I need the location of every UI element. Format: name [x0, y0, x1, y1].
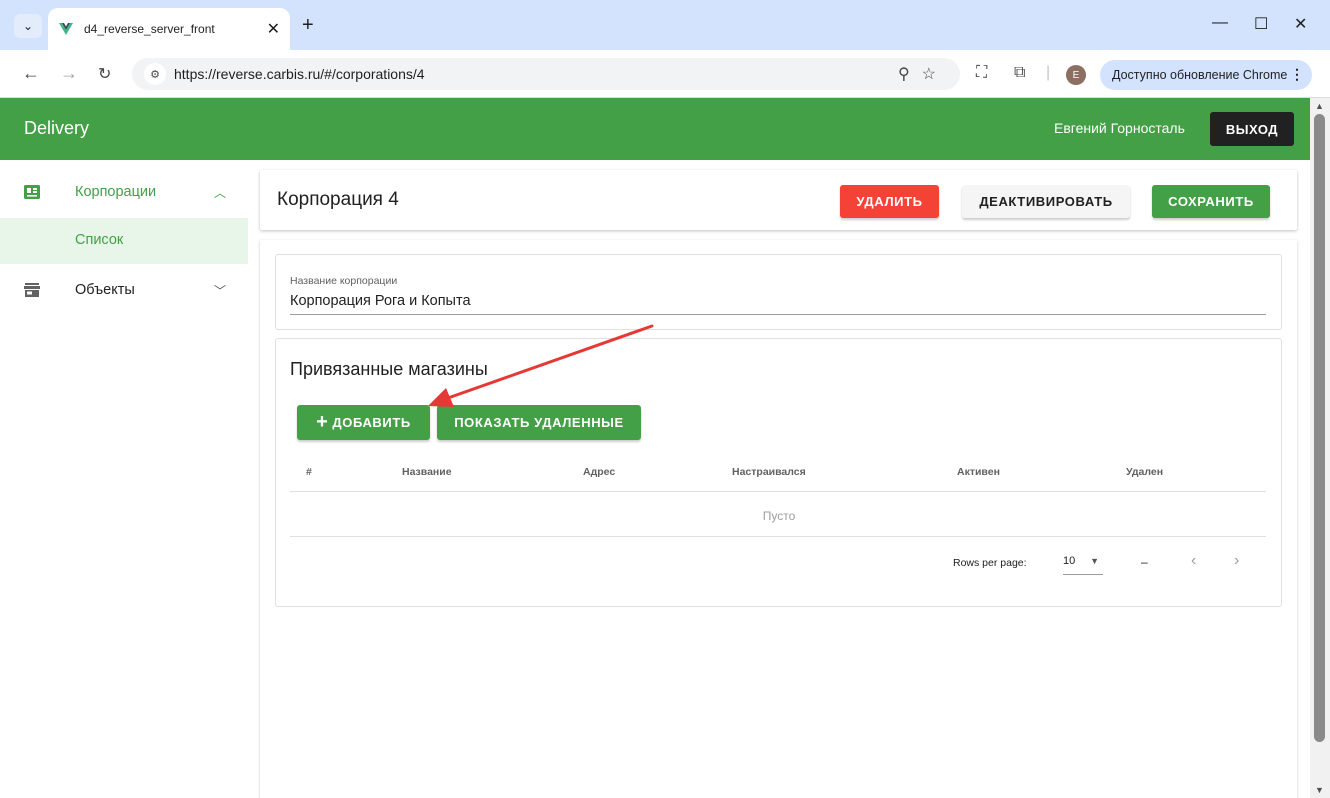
- show-deleted-button[interactable]: ПОКАЗАТЬ УДАЛЕННЫЕ: [437, 405, 641, 440]
- column-header-name[interactable]: Название: [402, 466, 452, 478]
- back-icon[interactable]: ←: [22, 63, 40, 84]
- linked-shops-card: Привязанные магазины + ДОБАВИТЬ ПОКАЗАТЬ…: [275, 338, 1282, 607]
- reload-icon[interactable]: ↻: [98, 64, 111, 84]
- previous-page-icon[interactable]: ‹: [1191, 552, 1196, 570]
- corporation-name-label: Название корпорации: [290, 275, 398, 287]
- tab-title: d4_reverse_server_front: [84, 22, 215, 36]
- logout-button[interactable]: ВЫХОД: [1210, 112, 1294, 146]
- tab-search-chevron-icon[interactable]: ⌄: [14, 14, 42, 38]
- page-title: Корпорация 4: [277, 189, 399, 210]
- close-window-icon[interactable]: ✕: [1294, 14, 1307, 34]
- zoom-bookmark-icons[interactable]: ⚲☆: [898, 64, 948, 84]
- update-label: Доступно обновление Chrome: [1112, 68, 1288, 82]
- page-scrollbar[interactable]: ▲ ▼: [1310, 98, 1330, 798]
- forward-icon[interactable]: →: [60, 63, 78, 84]
- column-header-deleted[interactable]: Удален: [1126, 466, 1163, 478]
- address-bar[interactable]: ⚙ https://reverse.carbis.ru/#/corporatio…: [132, 58, 960, 90]
- site-settings-icon[interactable]: ⚙: [144, 63, 166, 85]
- sidebar-item-objects[interactable]: Объекты ﹀: [0, 264, 248, 316]
- plus-icon: +: [316, 411, 329, 433]
- browser-tabstrip: ⌄ d4_reverse_server_front ✕ + — ☐ ✕: [0, 0, 1330, 50]
- table-empty-text: Пусто: [762, 509, 796, 523]
- linked-shops-title: Привязанные магазины: [290, 359, 488, 379]
- pagination-info: –: [1141, 555, 1148, 569]
- page-header-card: Корпорация 4 УДАЛИТЬ ДЕАКТИВИРОВАТЬ СОХР…: [260, 170, 1297, 230]
- screenshot-icon[interactable]: ⛶: [976, 64, 987, 82]
- sidebar-label-objects: Объекты: [75, 282, 135, 298]
- rows-per-page-select[interactable]: 10 ▼: [1063, 555, 1103, 575]
- column-header-configured[interactable]: Настраивался: [732, 466, 806, 478]
- input-underline: [290, 314, 1266, 315]
- corporation-name-input[interactable]: Корпорация Рога и Копыта: [290, 293, 471, 309]
- rows-per-page-label: Rows per page:: [953, 557, 1027, 569]
- store-icon: [24, 283, 40, 297]
- tab-close-icon[interactable]: ✕: [267, 19, 280, 39]
- browser-toolbar: ← → ↻ ⚙ https://reverse.carbis.ru/#/corp…: [0, 50, 1330, 98]
- chevron-down-icon[interactable]: ﹀: [214, 282, 226, 299]
- sidebar-item-list[interactable]: Список: [0, 218, 248, 264]
- column-header-address[interactable]: Адрес: [583, 466, 615, 478]
- new-tab-icon[interactable]: +: [302, 14, 314, 37]
- rows-per-page-value: 10: [1063, 555, 1076, 567]
- scroll-up-icon[interactable]: ▲: [1315, 101, 1324, 111]
- delete-button[interactable]: УДАЛИТЬ: [840, 185, 939, 218]
- user-name: Евгений Горносталь: [1054, 120, 1185, 136]
- sidebar-label-list: Список: [75, 232, 124, 248]
- column-header-active[interactable]: Активен: [957, 466, 1000, 478]
- profile-avatar[interactable]: E: [1066, 65, 1086, 85]
- extensions-icon[interactable]: ⧉: [1014, 64, 1025, 82]
- dropdown-arrow-icon: ▼: [1090, 556, 1099, 566]
- chrome-update-button[interactable]: Доступно обновление Chrome ⋮: [1100, 60, 1312, 90]
- add-shop-button[interactable]: + ДОБАВИТЬ: [297, 405, 430, 440]
- minimize-icon[interactable]: —: [1212, 14, 1228, 32]
- url-text[interactable]: https://reverse.carbis.ru/#/corporations…: [174, 66, 425, 82]
- main-content: Корпорация 4 УДАЛИТЬ ДЕАКТИВИРОВАТЬ СОХР…: [248, 160, 1310, 798]
- browser-tab[interactable]: d4_reverse_server_front ✕: [48, 8, 290, 50]
- column-header-number[interactable]: #: [306, 466, 312, 478]
- sidebar-item-corporations[interactable]: Корпорации ︿: [0, 166, 248, 218]
- scroll-down-icon[interactable]: ▼: [1315, 785, 1324, 795]
- corporation-name-card: Название корпорации Корпорация Рога и Ко…: [275, 254, 1282, 330]
- chevron-up-icon[interactable]: ︿: [214, 184, 226, 201]
- corporations-icon: [24, 185, 40, 199]
- sidebar-label-corporations: Корпорации: [75, 184, 157, 200]
- add-shop-label: ДОБАВИТЬ: [332, 415, 411, 430]
- maximize-icon[interactable]: ☐: [1254, 14, 1268, 34]
- more-menu-icon[interactable]: ⋮: [1290, 66, 1304, 83]
- scroll-thumb[interactable]: [1314, 114, 1325, 742]
- table-header-divider: [290, 491, 1266, 492]
- next-page-icon[interactable]: ›: [1234, 552, 1239, 570]
- sidebar: Корпорации ︿ Список Объекты ﹀: [0, 160, 248, 798]
- vue-favicon-icon: [59, 23, 73, 35]
- app-toolbar: Delivery Евгений Горносталь ВЫХОД: [0, 98, 1310, 160]
- app-title: Delivery: [24, 118, 90, 138]
- table-footer-divider: [290, 536, 1266, 537]
- toolbar-divider: |: [1046, 64, 1051, 81]
- page-body-card: Название корпорации Корпорация Рога и Ко…: [260, 240, 1297, 798]
- save-button[interactable]: СОХРАНИТЬ: [1152, 185, 1270, 218]
- deactivate-button[interactable]: ДЕАКТИВИРОВАТЬ: [962, 185, 1130, 218]
